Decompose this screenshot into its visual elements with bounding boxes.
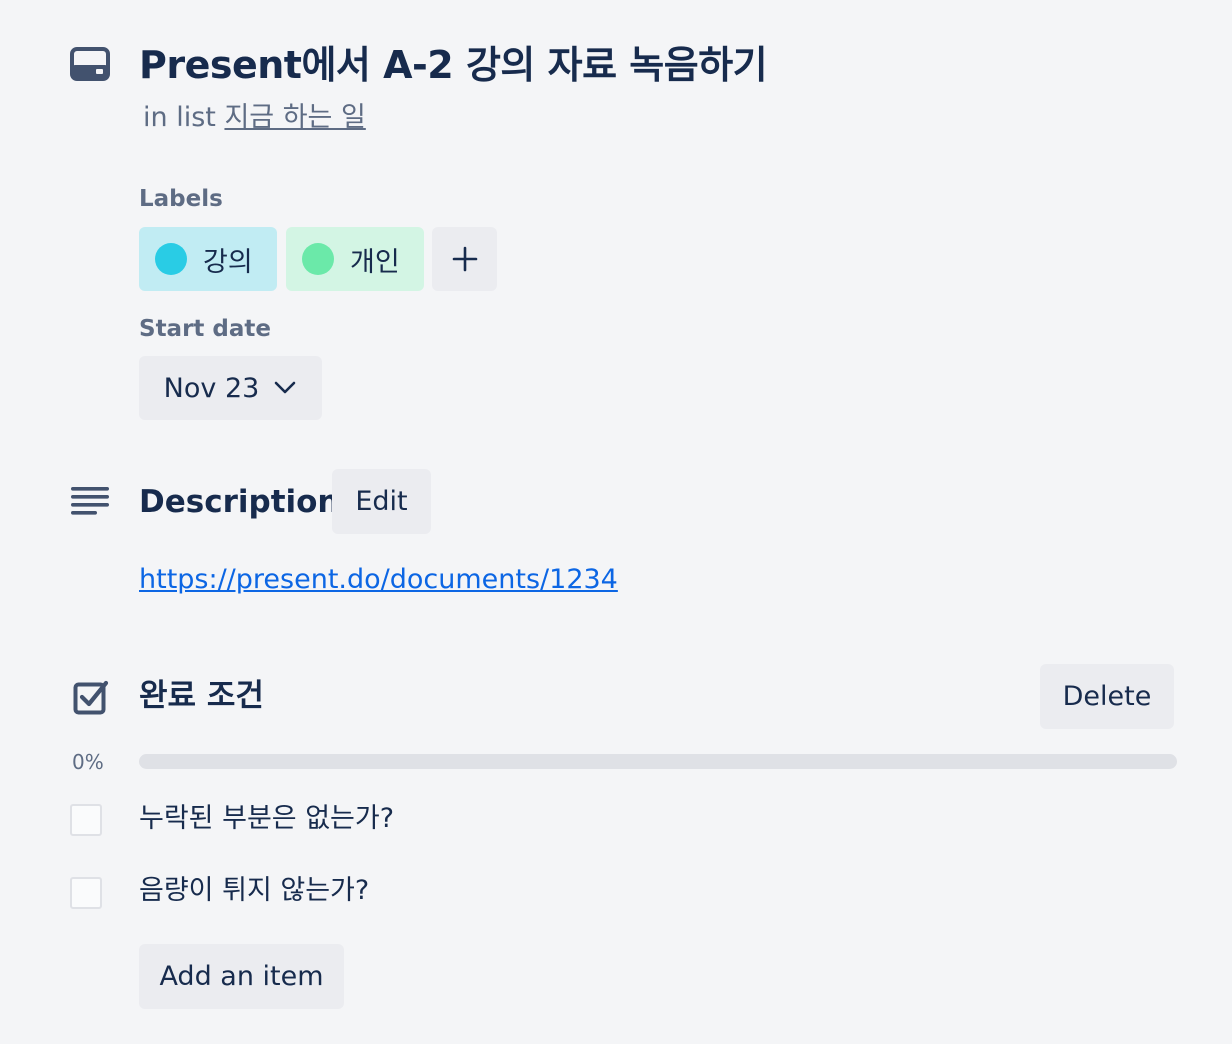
label-chip[interactable]: 개인	[286, 227, 424, 291]
list-link[interactable]: 지금 하는 일	[224, 102, 365, 133]
add-item-button[interactable]: Add an item	[139, 944, 344, 1009]
label-chip[interactable]: 강의	[139, 227, 277, 291]
checklist-title[interactable]: 완료 조건	[139, 676, 264, 716]
description-link[interactable]: https://present.do/documents/1234	[139, 561, 618, 599]
start-date-button[interactable]: Nov 23	[139, 356, 322, 420]
description-heading: Description	[139, 484, 340, 520]
add-label-button[interactable]	[432, 227, 497, 291]
in-list-prefix: in list	[143, 102, 216, 133]
label-name: 강의	[203, 246, 253, 278]
card-icon	[70, 47, 110, 81]
checklist-item-checkbox[interactable]	[70, 877, 102, 909]
labels-heading: Labels	[139, 186, 223, 212]
progress-percent: 0%	[72, 750, 104, 774]
label-color-dot	[302, 243, 334, 275]
checklist-item-text[interactable]: 누락된 부분은 없는가?	[139, 801, 394, 837]
card-title[interactable]: Present에서 A-2 강의 자료 녹음하기	[139, 40, 768, 90]
edit-description-button[interactable]: Edit	[332, 469, 431, 534]
delete-checklist-button[interactable]: Delete	[1040, 664, 1174, 729]
label-color-dot	[155, 243, 187, 275]
chevron-down-icon	[273, 380, 297, 396]
label-name: 개인	[350, 246, 400, 278]
progress-bar	[139, 754, 1177, 769]
checklist-item-checkbox[interactable]	[70, 804, 102, 836]
plus-icon	[452, 246, 478, 272]
list-breadcrumb: in list 지금 하는 일	[143, 100, 366, 136]
start-date-value: Nov 23	[163, 372, 260, 404]
start-date-heading: Start date	[139, 316, 272, 342]
checklist-icon	[73, 679, 109, 715]
card-detail: Present에서 A-2 강의 자료 녹음하기 in list 지금 하는 일…	[0, 0, 1232, 1044]
checklist-item-text[interactable]: 음량이 튀지 않는가?	[139, 873, 369, 909]
description-icon	[71, 486, 111, 518]
